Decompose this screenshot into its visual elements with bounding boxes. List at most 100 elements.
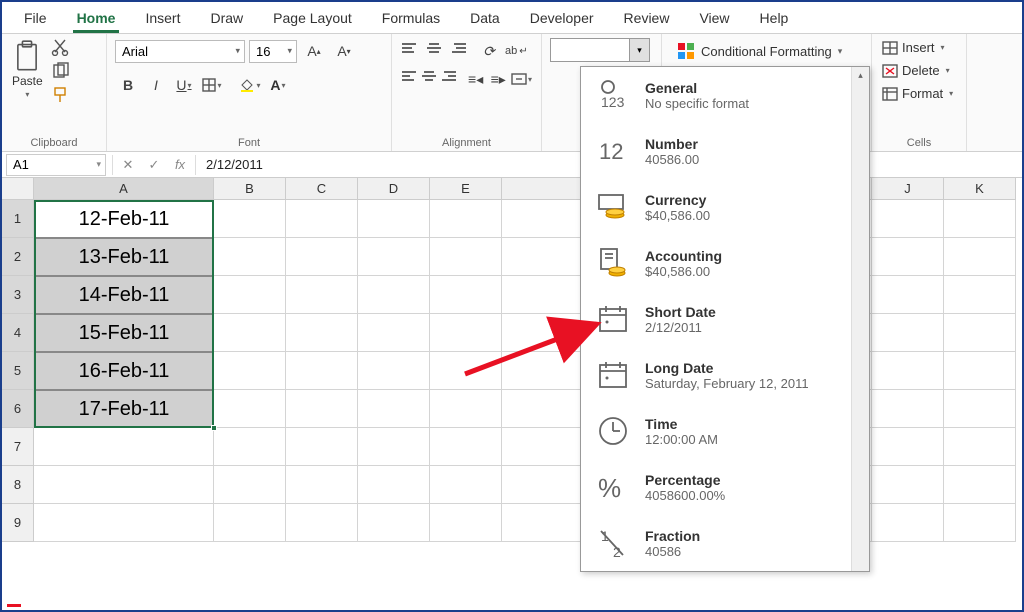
row-header[interactable]: 6 — [2, 390, 34, 428]
format-option-longdate[interactable]: Long Date Saturday, February 12, 2011 — [581, 347, 869, 403]
tab-view[interactable]: View — [685, 4, 743, 32]
cell[interactable] — [430, 200, 502, 238]
cell[interactable] — [34, 504, 214, 542]
cancel-formula-icon[interactable]: ✕ — [115, 154, 141, 176]
cell[interactable] — [214, 390, 286, 428]
cell[interactable] — [872, 200, 944, 238]
name-box[interactable]: A1▾ — [6, 154, 106, 176]
cell[interactable] — [872, 466, 944, 504]
format-cells-button[interactable]: Format▾ — [880, 84, 958, 103]
cell[interactable] — [944, 200, 1016, 238]
cut-icon[interactable] — [51, 38, 71, 56]
cell[interactable] — [34, 466, 214, 504]
format-option-percentage[interactable]: % Percentage 4058600.00% — [581, 459, 869, 515]
border-button[interactable] — [199, 72, 225, 98]
fill-color-button[interactable] — [237, 72, 263, 98]
merge-button[interactable] — [510, 66, 533, 92]
cell[interactable] — [358, 466, 430, 504]
cell[interactable] — [286, 276, 358, 314]
format-option-currency[interactable]: Currency $40,586.00 — [581, 179, 869, 235]
format-painter-icon[interactable] — [51, 86, 71, 104]
cell[interactable] — [872, 390, 944, 428]
cell[interactable] — [944, 390, 1016, 428]
format-option-shortdate[interactable]: Short Date 2/12/2011 — [581, 291, 869, 347]
align-bottom-icon[interactable] — [446, 38, 468, 58]
conditional-formatting-button[interactable]: Conditional Formatting ▾ — [670, 38, 863, 64]
tab-review[interactable]: Review — [610, 4, 684, 32]
cell[interactable] — [430, 428, 502, 466]
cell[interactable] — [286, 504, 358, 542]
row-header[interactable]: 2 — [2, 238, 34, 276]
cell[interactable] — [430, 276, 502, 314]
cell[interactable] — [358, 314, 430, 352]
cell[interactable] — [358, 200, 430, 238]
bold-button[interactable]: B — [115, 72, 141, 98]
align-right-icon[interactable] — [439, 66, 458, 86]
column-header-c[interactable]: C — [286, 178, 358, 200]
tab-draw[interactable]: Draw — [196, 4, 257, 32]
fill-handle[interactable] — [211, 425, 217, 431]
scroll-up-icon[interactable]: ▴ — [852, 67, 869, 83]
format-option-accounting[interactable]: Accounting $40,586.00 — [581, 235, 869, 291]
column-header-b[interactable]: B — [214, 178, 286, 200]
column-header-j[interactable]: J — [872, 178, 944, 200]
cell[interactable] — [944, 238, 1016, 276]
column-header-a[interactable]: A — [34, 178, 214, 200]
align-top-icon[interactable] — [400, 38, 422, 58]
number-format-select[interactable]: ▾ — [550, 38, 650, 62]
wrap-text-button[interactable]: ab↵ — [503, 38, 530, 64]
cell[interactable] — [872, 428, 944, 466]
cell[interactable] — [214, 504, 286, 542]
cell[interactable] — [286, 428, 358, 466]
cell[interactable] — [214, 428, 286, 466]
cell[interactable] — [944, 276, 1016, 314]
row-header[interactable]: 5 — [2, 352, 34, 390]
cell[interactable] — [872, 314, 944, 352]
delete-cells-button[interactable]: Delete▾ — [880, 61, 958, 80]
column-header-d[interactable]: D — [358, 178, 430, 200]
cell[interactable] — [872, 352, 944, 390]
tab-help[interactable]: Help — [746, 4, 803, 32]
font-name-select[interactable]: Arial▾ — [115, 40, 245, 63]
cell[interactable] — [872, 238, 944, 276]
cell[interactable] — [430, 504, 502, 542]
tab-developer[interactable]: Developer — [516, 4, 608, 32]
font-size-select[interactable]: 16▾ — [249, 40, 297, 63]
accept-formula-icon[interactable]: ✓ — [141, 154, 167, 176]
increase-indent-icon[interactable]: ≡▸ — [487, 66, 509, 92]
cell[interactable]: 15-Feb-11 — [34, 314, 214, 352]
cell[interactable] — [944, 314, 1016, 352]
cell[interactable] — [214, 314, 286, 352]
cell[interactable] — [358, 428, 430, 466]
tab-file[interactable]: File — [10, 4, 61, 32]
cell[interactable]: 17-Feb-11 — [34, 390, 214, 428]
paste-button[interactable]: Paste ▾ — [10, 38, 45, 101]
cell[interactable] — [286, 352, 358, 390]
italic-button[interactable]: I — [143, 72, 169, 98]
cell[interactable] — [214, 200, 286, 238]
align-left-icon[interactable] — [400, 66, 419, 86]
cell[interactable] — [286, 238, 358, 276]
row-header[interactable]: 4 — [2, 314, 34, 352]
cell[interactable] — [872, 504, 944, 542]
cell[interactable] — [944, 504, 1016, 542]
cell[interactable] — [358, 276, 430, 314]
format-option-general[interactable]: 123 General No specific format — [581, 67, 869, 123]
tab-formulas[interactable]: Formulas — [368, 4, 454, 32]
cell[interactable]: 14-Feb-11 — [34, 276, 214, 314]
cell[interactable] — [358, 504, 430, 542]
orientation-icon[interactable]: ⟳ — [476, 38, 502, 64]
cell[interactable] — [286, 200, 358, 238]
decrease-font-icon[interactable]: A▾ — [331, 38, 357, 64]
cell[interactable]: 13-Feb-11 — [34, 238, 214, 276]
row-header[interactable]: 9 — [2, 504, 34, 542]
cell[interactable] — [214, 238, 286, 276]
cell[interactable] — [430, 314, 502, 352]
column-header-e[interactable]: E — [430, 178, 502, 200]
row-header[interactable]: 7 — [2, 428, 34, 466]
select-all-corner[interactable] — [2, 178, 34, 200]
cell[interactable] — [944, 466, 1016, 504]
cell[interactable] — [34, 428, 214, 466]
row-header[interactable]: 3 — [2, 276, 34, 314]
tab-page-layout[interactable]: Page Layout — [259, 4, 366, 32]
